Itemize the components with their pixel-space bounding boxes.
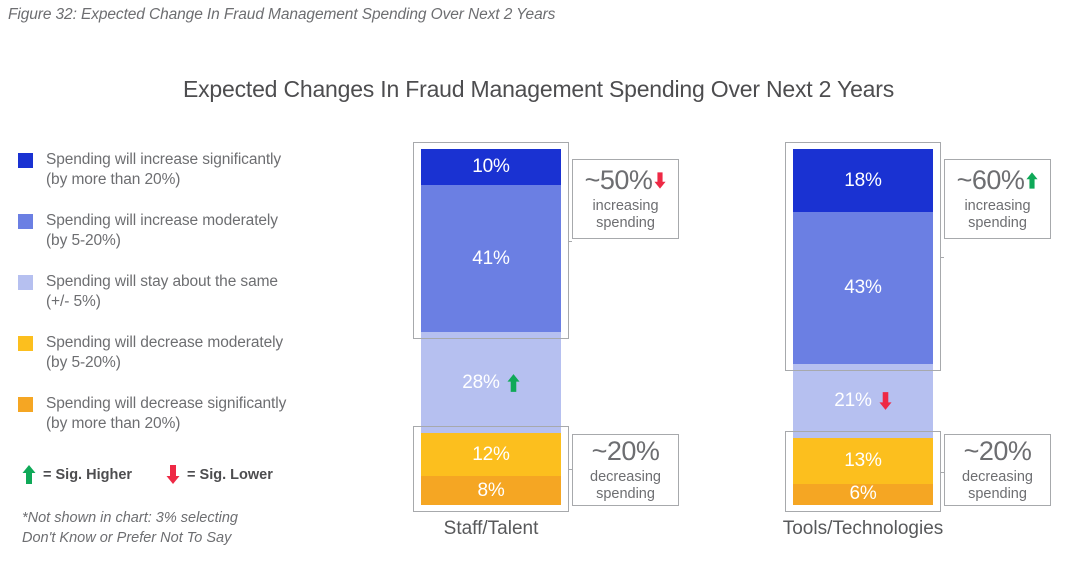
bar-segment[interactable]: 10%	[421, 149, 561, 185]
callout-caption-line-1: increasing	[964, 197, 1031, 214]
bar-segment-label: 10%	[472, 155, 510, 177]
category-label: Tools/Technologies	[782, 518, 944, 539]
callout-value: ~20%	[963, 435, 1032, 466]
callout-caption-line-2: spending	[596, 214, 655, 231]
callout-connector	[941, 471, 944, 473]
bar-segment-value: 18%	[844, 169, 882, 192]
category-label: Staff/Talent	[443, 518, 539, 539]
bar-segment-label: 43%	[844, 277, 882, 299]
callout-caption-line-2: spending	[596, 485, 655, 502]
callout-value: ~60%	[956, 164, 1025, 195]
bar-segment-value: 43%	[844, 277, 882, 299]
callout-caption: decreasing spending	[962, 469, 1033, 503]
arrow-down-icon	[654, 167, 666, 194]
callout-value-row: ~20%	[963, 435, 1032, 466]
bar-segment-label: 18%	[844, 169, 882, 191]
callout-connector	[941, 256, 944, 258]
bar-segment[interactable]: 6%	[793, 483, 933, 505]
arrow-down-icon	[879, 392, 892, 410]
callout-caption: increasing spending	[592, 198, 658, 232]
bar-segment-value: 41%	[472, 247, 510, 270]
callout-connector	[569, 240, 572, 242]
bar-segment-value: 13%	[844, 449, 882, 472]
bar-segment[interactable]: 12%	[421, 433, 561, 477]
callout-value: ~50%	[584, 164, 653, 195]
callout-value-row: ~50%	[584, 164, 667, 195]
arrow-up-icon	[1026, 167, 1038, 194]
callout-connector	[569, 469, 572, 471]
callout-caption-line-2: spending	[968, 485, 1027, 502]
increasing-callout: ~60% increasing spending	[944, 159, 1051, 239]
bar-segment-value: 28%	[462, 371, 520, 394]
bar-column: 10% 41% 28% 12% 8%	[421, 149, 561, 505]
bar-segment-label: 13%	[844, 449, 882, 471]
callout-value-row: ~20%	[591, 435, 660, 466]
callout-caption-line-2: spending	[968, 214, 1027, 231]
bar-segment-label: 12%	[472, 443, 510, 465]
bar-segment-value: 21%	[834, 390, 892, 412]
decreasing-callout: ~20% decreasing spending	[944, 434, 1051, 506]
bar-segment-label: 8%	[477, 479, 505, 501]
bar-segment[interactable]: 43%	[793, 212, 933, 364]
bar-segment[interactable]: 8%	[421, 476, 561, 505]
bar-segment-label: 28%	[462, 371, 500, 393]
bar-segment-label: 21%	[834, 390, 872, 411]
callout-value-row: ~60%	[956, 164, 1039, 195]
bar-segment-value: 6%	[849, 483, 876, 505]
bar-segment[interactable]: 13%	[793, 438, 933, 484]
callout-caption: increasing spending	[964, 198, 1030, 232]
bar-segment-label: 6%	[849, 483, 877, 505]
callout-caption-line-1: decreasing	[590, 468, 661, 485]
bar-segment-value: 10%	[472, 155, 510, 178]
callout-value: ~20%	[591, 435, 660, 466]
bar-segment-value: 12%	[472, 443, 510, 466]
bar-segment[interactable]: 41%	[421, 184, 561, 333]
chart-plot-area: 10% 41% 28% 12% 8% ~50% increasing spending ~20%…	[0, 0, 1077, 569]
callout-caption: decreasing spending	[590, 469, 661, 503]
bar-segment-value: 8%	[477, 480, 504, 502]
bar-segment[interactable]: 18%	[793, 149, 933, 213]
callout-caption-line-1: decreasing	[962, 468, 1033, 485]
arrow-up-icon	[507, 373, 520, 392]
bar-column: 18% 43% 21% 13% 6%	[793, 149, 933, 505]
bar-segment[interactable]: 28%	[421, 332, 561, 434]
callout-caption-line-1: increasing	[592, 197, 659, 214]
decreasing-callout: ~20% decreasing spending	[572, 434, 679, 506]
bar-segment-label: 41%	[472, 247, 510, 269]
increasing-callout: ~50% increasing spending	[572, 159, 679, 239]
bar-segment[interactable]: 21%	[793, 364, 933, 439]
